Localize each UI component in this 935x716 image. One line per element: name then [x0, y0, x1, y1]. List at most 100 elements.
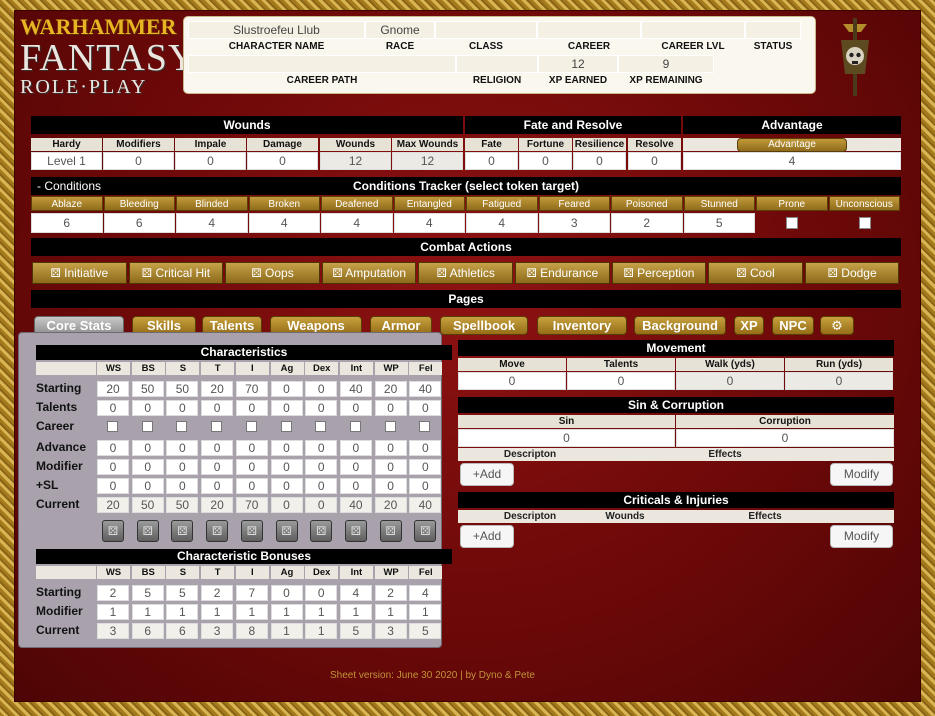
- char-value-cell[interactable]: 0: [131, 459, 164, 475]
- bonus-value-cell[interactable]: 1: [201, 604, 234, 620]
- religion-field[interactable]: [456, 55, 538, 73]
- tab-spellbook[interactable]: Spellbook: [440, 316, 528, 335]
- char-value-cell[interactable]: 0: [270, 459, 303, 475]
- race-field[interactable]: Gnome: [365, 21, 435, 39]
- career-checkbox[interactable]: [107, 421, 118, 432]
- roll-dice-button[interactable]: ⚄: [414, 520, 437, 542]
- char-value-cell[interactable]: 0: [409, 440, 442, 456]
- char-value-cell[interactable]: 0: [97, 440, 129, 456]
- char-value-cell[interactable]: 70: [235, 381, 268, 397]
- char-value-cell[interactable]: 0: [270, 381, 303, 397]
- roll-dice-button[interactable]: ⚄: [379, 520, 402, 542]
- wounds-value-field[interactable]: 0: [247, 152, 318, 170]
- condition-value-broken[interactable]: 4: [248, 213, 320, 233]
- char-value-cell[interactable]: 0: [131, 478, 164, 494]
- char-value-cell[interactable]: 0: [409, 459, 442, 475]
- char-value-cell[interactable]: 0: [305, 459, 338, 475]
- char-value-cell[interactable]: 0: [374, 459, 407, 475]
- wounds-value-field[interactable]: 0: [175, 152, 246, 170]
- career-checkbox[interactable]: [315, 421, 327, 432]
- char-value-cell[interactable]: 0: [305, 478, 338, 494]
- char-value-cell[interactable]: 0: [166, 400, 199, 416]
- char-value-cell[interactable]: 0: [339, 478, 372, 494]
- char-value-cell[interactable]: 0: [166, 459, 199, 475]
- char-value-cell[interactable]: 0: [270, 400, 303, 416]
- combat-action-oops[interactable]: ⚄ Oops: [225, 262, 320, 284]
- career-checkbox[interactable]: [245, 421, 257, 432]
- career-checkbox[interactable]: [384, 421, 396, 432]
- bonus-value-cell[interactable]: 1: [305, 604, 338, 620]
- char-value-cell[interactable]: 0: [166, 478, 199, 494]
- condition-value-stunned[interactable]: 5: [683, 213, 755, 233]
- char-value-cell[interactable]: 0: [131, 440, 164, 456]
- tab-xp[interactable]: XP: [734, 316, 764, 335]
- bonus-value-cell[interactable]: 1: [339, 604, 372, 620]
- condition-value-blinded[interactable]: 4: [176, 213, 248, 233]
- condition-checkbox-prone[interactable]: [786, 217, 798, 229]
- roll-dice-button[interactable]: ⚄: [102, 520, 124, 542]
- bonus-value-cell[interactable]: 1: [131, 604, 164, 620]
- career-path-field[interactable]: [188, 55, 456, 73]
- crit-modify-button[interactable]: Modify: [830, 525, 893, 548]
- class-field[interactable]: [435, 21, 537, 39]
- character-name-field[interactable]: Slustroefeu Llub: [188, 21, 365, 39]
- char-value-cell[interactable]: 40: [339, 381, 372, 397]
- char-value-cell[interactable]: 0: [270, 478, 303, 494]
- bonus-value-cell[interactable]: 1: [374, 604, 407, 620]
- char-value-cell[interactable]: 0: [374, 440, 407, 456]
- roll-dice-button[interactable]: ⚄: [275, 520, 298, 542]
- condition-value-poisoned[interactable]: 2: [611, 213, 683, 233]
- career-field[interactable]: [537, 21, 641, 39]
- char-value-cell[interactable]: 0: [97, 478, 129, 494]
- tab-inventory[interactable]: Inventory: [537, 316, 627, 335]
- sin-add-button[interactable]: +Add: [460, 463, 514, 486]
- roll-dice-button[interactable]: ⚄: [310, 520, 333, 542]
- combat-action-critical-hit[interactable]: ⚄ Critical Hit: [128, 262, 224, 284]
- bonus-value-cell[interactable]: 1: [409, 604, 442, 620]
- movement-value-field[interactable]: 0: [458, 372, 566, 390]
- combat-action-initiative[interactable]: ⚄ Initiative: [32, 262, 127, 284]
- char-value-cell[interactable]: 0: [305, 400, 338, 416]
- char-value-cell[interactable]: 0: [235, 478, 268, 494]
- char-value-cell[interactable]: 0: [374, 478, 407, 494]
- bonus-value-cell[interactable]: 1: [270, 604, 303, 620]
- roll-dice-button[interactable]: ⚄: [136, 520, 159, 542]
- fate-value-field[interactable]: 0: [628, 152, 681, 170]
- char-value-cell[interactable]: 0: [339, 400, 372, 416]
- char-value-cell[interactable]: 0: [270, 440, 303, 456]
- advantage-value-field[interactable]: 4: [683, 152, 901, 170]
- fate-value-field[interactable]: 0: [465, 152, 518, 170]
- condition-value-ablaze[interactable]: 6: [31, 213, 103, 233]
- condition-value-fatigued[interactable]: 4: [466, 213, 538, 233]
- char-value-cell[interactable]: 0: [201, 478, 234, 494]
- char-value-cell[interactable]: 0: [235, 400, 268, 416]
- char-value-cell[interactable]: 40: [409, 381, 442, 397]
- advantage-button[interactable]: Advantage: [737, 138, 847, 152]
- crit-add-button[interactable]: +Add: [460, 525, 514, 548]
- combat-action-athletics[interactable]: ⚄ Athletics: [418, 262, 513, 284]
- corruption-value-field[interactable]: 0: [676, 429, 894, 447]
- char-value-cell[interactable]: 20: [97, 381, 129, 397]
- wounds-value-field[interactable]: Level 1: [31, 152, 102, 170]
- roll-dice-button[interactable]: ⚄: [240, 520, 263, 542]
- condition-checkbox-unconscious[interactable]: [858, 217, 871, 229]
- tab-settings[interactable]: ⚙: [820, 316, 854, 335]
- char-value-cell[interactable]: 50: [166, 381, 199, 397]
- fate-value-field[interactable]: 0: [519, 152, 572, 170]
- char-value-cell[interactable]: 0: [97, 400, 129, 416]
- bonus-value-cell[interactable]: 1: [97, 604, 129, 620]
- condition-value-bleeding[interactable]: 6: [103, 213, 175, 233]
- conditions-toggle[interactable]: - Conditions: [31, 179, 101, 193]
- career-checkbox[interactable]: [419, 421, 431, 432]
- char-value-cell[interactable]: 0: [339, 459, 372, 475]
- combat-action-amputation[interactable]: ⚄ Amputation: [321, 262, 417, 284]
- status-field[interactable]: [745, 21, 801, 39]
- career-level-field[interactable]: [641, 21, 745, 39]
- char-value-cell[interactable]: 20: [201, 381, 234, 397]
- combat-action-perception[interactable]: ⚄ Perception: [611, 262, 707, 284]
- combat-action-cool[interactable]: ⚄ Cool: [708, 262, 803, 284]
- char-value-cell[interactable]: 0: [235, 459, 268, 475]
- roll-dice-button[interactable]: ⚄: [171, 520, 194, 542]
- char-value-cell[interactable]: 0: [131, 400, 164, 416]
- combat-action-endurance[interactable]: ⚄ Endurance: [515, 262, 610, 284]
